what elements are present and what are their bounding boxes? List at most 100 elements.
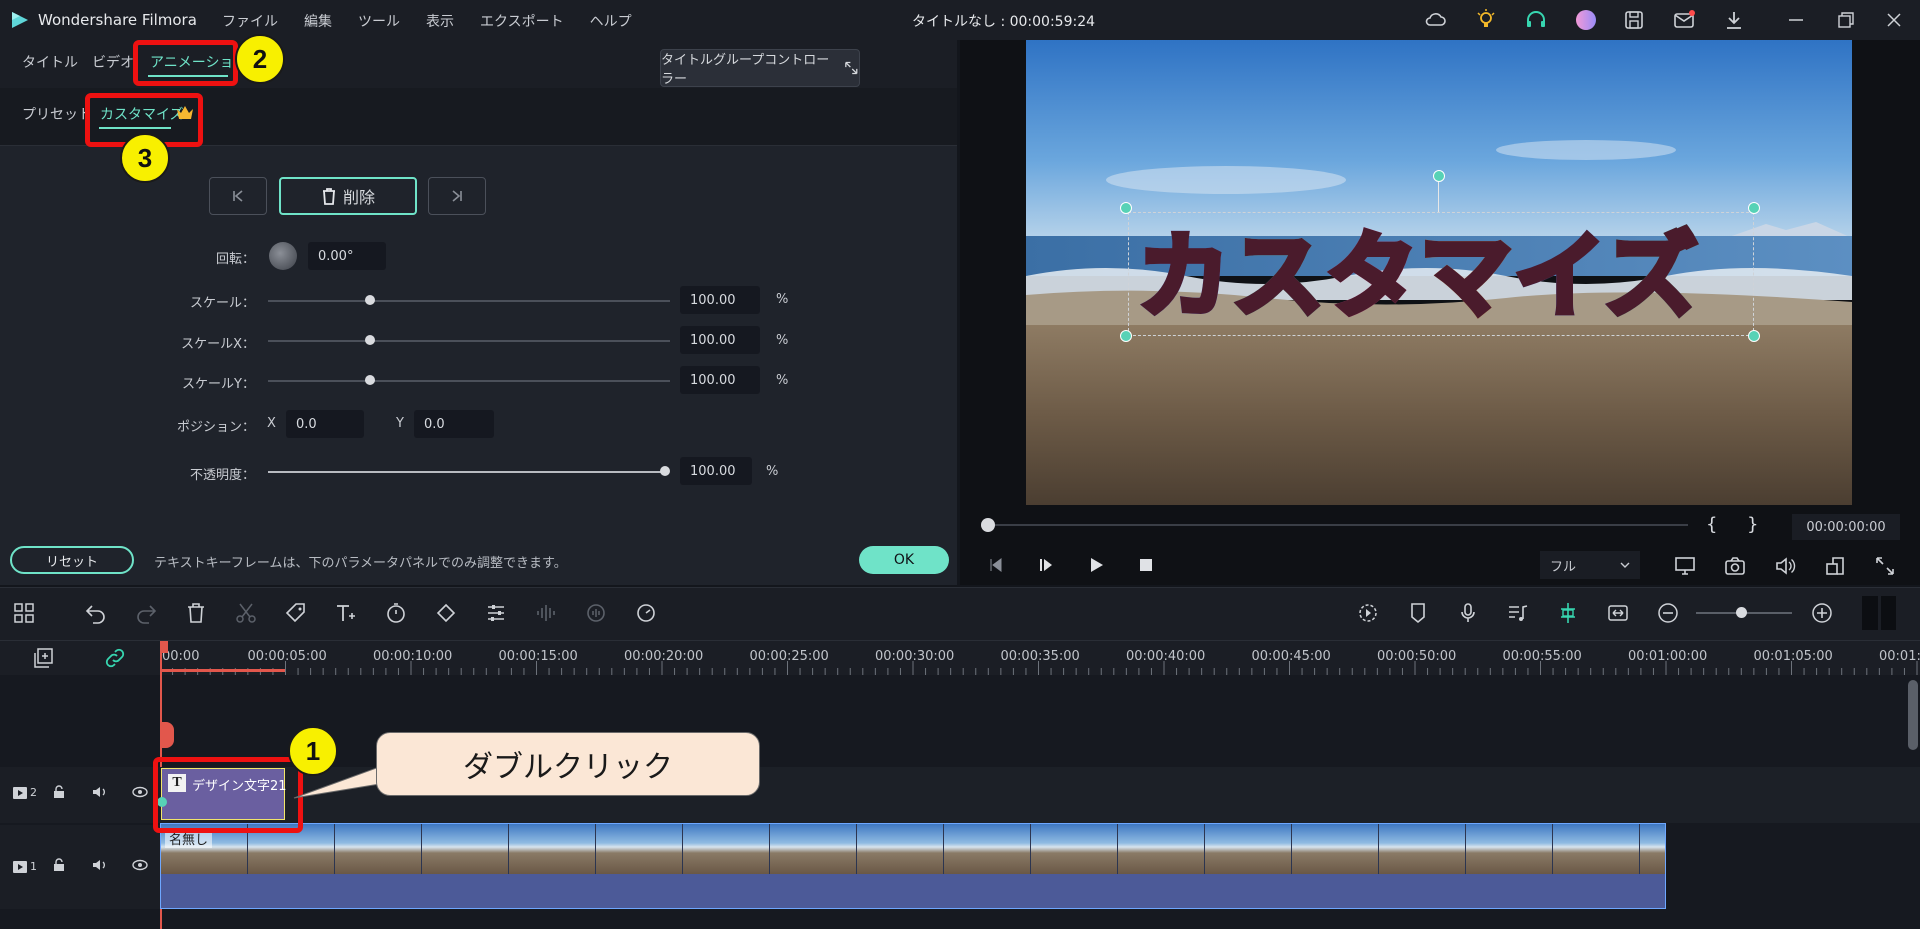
headset-icon[interactable] bbox=[1524, 8, 1548, 32]
video-thumbnail bbox=[857, 824, 944, 874]
step-forward-icon[interactable] bbox=[1036, 555, 1056, 575]
save-icon[interactable] bbox=[1622, 8, 1646, 32]
zoom-out-icon[interactable] bbox=[1656, 601, 1680, 625]
fit-timeline-icon[interactable] bbox=[1606, 601, 1630, 625]
track-1-video-icon bbox=[13, 861, 27, 873]
add-track-icon[interactable] bbox=[32, 646, 56, 670]
download-icon[interactable] bbox=[1722, 8, 1746, 32]
aspect-ratio-icon[interactable] bbox=[1824, 555, 1846, 577]
display-settings-icon[interactable] bbox=[1674, 555, 1696, 577]
resize-handle-top-right[interactable] bbox=[1748, 202, 1760, 214]
delete-icon[interactable] bbox=[184, 601, 208, 625]
step-back-icon[interactable] bbox=[986, 555, 1006, 575]
delete-keyframe-button[interactable]: 削除 bbox=[279, 177, 417, 215]
rotation-dial[interactable] bbox=[269, 242, 297, 270]
reset-button[interactable]: リセット bbox=[10, 546, 134, 574]
audio-detect-icon[interactable] bbox=[584, 601, 608, 625]
tab-video[interactable]: ビデオ bbox=[92, 52, 134, 72]
menu-help[interactable]: ヘルプ bbox=[590, 11, 632, 31]
undo-icon[interactable] bbox=[84, 601, 108, 625]
quality-select[interactable]: フル bbox=[1540, 551, 1640, 579]
track-1-eye-icon[interactable] bbox=[132, 859, 148, 871]
menu-tools[interactable]: ツール bbox=[358, 11, 400, 31]
audio-wave-icon[interactable] bbox=[534, 601, 558, 625]
resize-handle-bottom-left[interactable] bbox=[1120, 330, 1132, 342]
scale-field[interactable]: 100.00 bbox=[680, 286, 760, 314]
position-y-field[interactable]: 0.0 bbox=[414, 410, 494, 438]
text-add-icon[interactable] bbox=[334, 601, 358, 625]
marker-icon[interactable] bbox=[1406, 601, 1430, 625]
next-keyframe-button[interactable] bbox=[428, 177, 486, 215]
cloud-icon[interactable] bbox=[1424, 8, 1448, 32]
menu-view[interactable]: 表示 bbox=[426, 11, 454, 31]
ok-button[interactable]: OK bbox=[859, 546, 949, 574]
volume-icon[interactable] bbox=[1774, 555, 1796, 577]
video-thumbnail bbox=[596, 824, 683, 874]
layout-icon[interactable] bbox=[12, 601, 36, 625]
prev-keyframe-button[interactable] bbox=[209, 177, 267, 215]
cut-icon[interactable] bbox=[234, 601, 258, 625]
subtab-preset[interactable]: プリセット bbox=[22, 104, 92, 124]
panel-layout-toggle[interactable] bbox=[1862, 596, 1896, 630]
resize-handle-bottom-right[interactable] bbox=[1748, 330, 1760, 342]
timer-icon[interactable] bbox=[384, 601, 408, 625]
tab-title[interactable]: タイトル bbox=[22, 52, 78, 72]
play-icon[interactable] bbox=[1086, 555, 1106, 575]
scale-x-slider-knob[interactable] bbox=[365, 335, 375, 345]
adjust-icon[interactable] bbox=[484, 601, 508, 625]
video-thumbnail bbox=[335, 824, 422, 874]
zoom-in-icon[interactable] bbox=[1810, 601, 1834, 625]
camera-icon[interactable] bbox=[1724, 555, 1746, 577]
redo-icon[interactable] bbox=[134, 601, 158, 625]
microphone-icon[interactable] bbox=[1456, 601, 1480, 625]
ruler-label: 00:00:55:00 bbox=[1502, 649, 1582, 664]
position-x-field[interactable]: 0.0 bbox=[286, 410, 364, 438]
mark-out-button[interactable]: } bbox=[1747, 514, 1758, 535]
scale-slider-knob[interactable] bbox=[365, 295, 375, 305]
link-icon[interactable] bbox=[103, 646, 127, 670]
minimize-icon[interactable] bbox=[1784, 8, 1808, 32]
timeline-header bbox=[0, 641, 160, 675]
track-2-lock-icon[interactable] bbox=[52, 785, 66, 799]
menu-export[interactable]: エクスポート bbox=[480, 11, 564, 31]
video-thumbnail bbox=[1553, 824, 1640, 874]
video-clip[interactable]: 名無し bbox=[160, 823, 1666, 909]
restore-icon[interactable] bbox=[1834, 8, 1858, 32]
menu-edit[interactable]: 編集 bbox=[304, 11, 332, 31]
scale-y-field[interactable]: 100.00 bbox=[680, 366, 760, 394]
tag-icon[interactable] bbox=[284, 601, 308, 625]
scale-x-field[interactable]: 100.00 bbox=[680, 326, 760, 354]
mark-in-button[interactable]: { bbox=[1706, 514, 1717, 535]
rotation-field[interactable]: 0.00° bbox=[308, 242, 386, 270]
rotate-handle[interactable] bbox=[1433, 170, 1445, 182]
mail-icon[interactable] bbox=[1672, 8, 1696, 32]
stop-icon[interactable] bbox=[1136, 555, 1156, 575]
opacity-field[interactable]: 100.00 bbox=[680, 457, 752, 485]
speed-icon[interactable] bbox=[634, 601, 658, 625]
scale-y-slider-knob[interactable] bbox=[365, 375, 375, 385]
render-preview-icon[interactable] bbox=[1356, 601, 1380, 625]
title-group-controller-button[interactable]: タイトルグループコントローラー bbox=[660, 49, 860, 87]
track-1-lock-icon[interactable] bbox=[52, 858, 66, 872]
close-icon[interactable] bbox=[1882, 8, 1906, 32]
track-1-audio-icon[interactable] bbox=[92, 858, 108, 872]
scale-slider-track bbox=[268, 300, 670, 302]
timeline-scrollbar[interactable] bbox=[1908, 680, 1918, 750]
menu-file[interactable]: ファイル bbox=[222, 11, 278, 31]
playback-progress-track[interactable] bbox=[988, 524, 1688, 526]
zoom-slider-knob[interactable] bbox=[1736, 607, 1747, 618]
fullscreen-icon[interactable] bbox=[1874, 555, 1896, 577]
overlay-title-text[interactable]: カスタマイズ bbox=[1135, 202, 1700, 335]
track-2-eye-icon[interactable] bbox=[132, 786, 148, 798]
resize-handle-top-left[interactable] bbox=[1120, 202, 1132, 214]
opacity-unit: % bbox=[766, 464, 779, 479]
track-2-audio-icon[interactable] bbox=[92, 785, 108, 799]
lightbulb-icon[interactable] bbox=[1474, 8, 1498, 32]
snap-icon[interactable] bbox=[1556, 601, 1580, 625]
playhead-knob[interactable] bbox=[981, 518, 995, 532]
music-list-icon[interactable] bbox=[1506, 601, 1530, 625]
keyframe-icon[interactable] bbox=[434, 601, 458, 625]
video-thumbnail bbox=[422, 824, 509, 874]
avatar[interactable] bbox=[1574, 8, 1598, 32]
opacity-slider-knob[interactable] bbox=[660, 466, 670, 476]
